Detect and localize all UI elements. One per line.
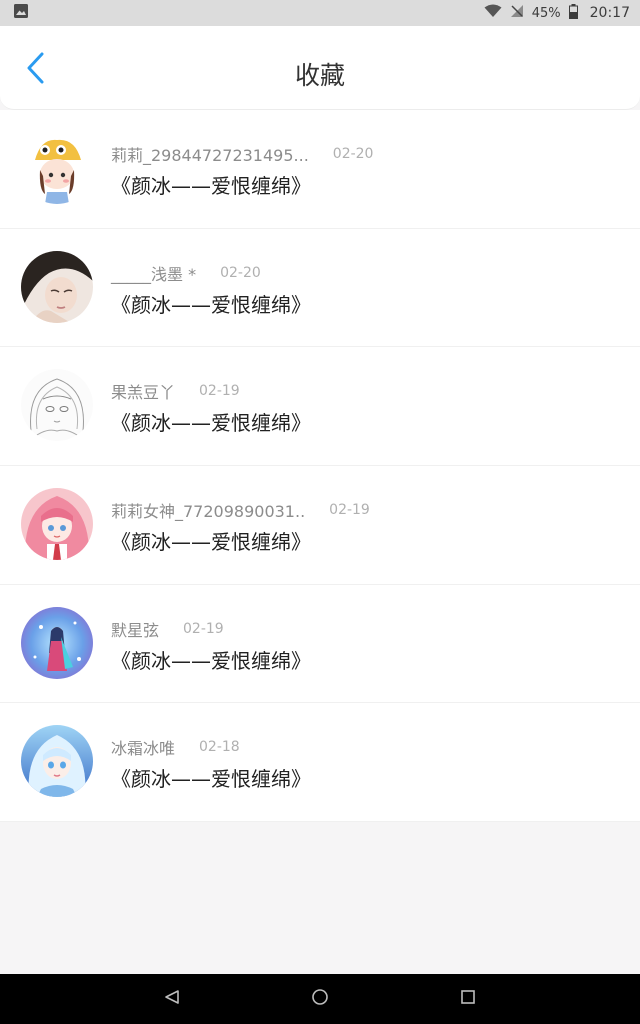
wifi-icon [484,4,502,22]
work-title[interactable]: 《颜冰——爱恨缠绵》 [111,526,311,555]
list-item[interactable]: 莉莉_29844727231495... 02-20 《颜冰——爱恨缠绵》 [0,110,640,229]
username[interactable]: 冰霜冰唯 [111,735,175,759]
item-meta: 莉莉_29844727231495... 02-20 [111,142,373,166]
username[interactable]: 莉莉女神_77209890031.. [111,498,305,522]
clock: 20:17 [589,5,630,21]
list-item[interactable]: 果羔豆丫 02-19 《颜冰——爱恨缠绵》 [0,347,640,467]
work-title[interactable]: 《颜冰——爱恨缠绵》 [111,289,311,318]
work-title[interactable]: 《颜冰——爱恨缠绵》 [111,763,311,792]
avatar[interactable] [21,250,93,323]
username[interactable]: 莉莉_29844727231495... [111,142,309,166]
battery-percent: 45% [531,5,561,21]
list-item[interactable]: 默星弦 02-19 《颜冰——爱恨缠绵》 [0,585,640,704]
triangle-back-icon [164,989,180,1009]
list-item[interactable]: 莉莉女神_77209890031.. 02-19 《颜冰——爱恨缠绵》 [0,466,640,585]
nav-home-button[interactable] [308,987,332,1011]
username[interactable]: 果羔豆丫 [111,379,175,403]
date: 02-19 [183,620,224,637]
item-meta: 果羔豆丫 02-19 [111,379,240,403]
system-nav-bar [0,974,640,1024]
date: 02-18 [199,739,240,756]
favorites-list: 莉莉_29844727231495... 02-20 《颜冰——爱恨缠绵》 __… [0,110,640,823]
app-header: 收藏 [0,26,640,110]
work-title[interactable]: 《颜冰——爱恨缠绵》 [111,407,311,436]
date: 02-19 [329,502,370,519]
item-meta: 默星弦 02-19 [111,617,224,641]
date: 02-20 [220,264,261,281]
date: 02-20 [332,146,374,162]
item-meta: _____浅墨 * 02-20 [111,261,261,285]
username[interactable]: 默星弦 [111,617,159,641]
gallery-notification-icon [14,4,28,22]
nav-recent-button[interactable] [456,987,480,1011]
avatar[interactable] [21,606,93,679]
no-signal-icon [510,4,524,22]
battery-icon [568,3,578,23]
nav-back-button[interactable] [160,987,184,1011]
item-meta: 莉莉女神_77209890031.. 02-19 [111,498,370,522]
avatar[interactable] [21,132,93,204]
list-item[interactable]: _____浅墨 * 02-20 《颜冰——爱恨缠绵》 [0,229,640,348]
avatar[interactable] [21,725,93,798]
avatar[interactable] [21,488,93,561]
item-meta: 冰霜冰唯 02-18 [111,735,240,759]
page-title: 收藏 [294,61,345,90]
date: 02-19 [199,383,240,400]
circle-home-icon [311,988,329,1010]
status-bar: 45% 20:17 [0,0,640,26]
work-title[interactable]: 《颜冰——爱恨缠绵》 [111,645,311,674]
work-title[interactable]: 《颜冰——爱恨缠绵》 [111,170,311,199]
avatar[interactable] [21,369,93,442]
username[interactable]: _____浅墨 * [111,261,196,285]
square-recent-icon [460,989,476,1009]
list-item[interactable]: 冰霜冰唯 02-18 《颜冰——爱恨缠绵》 [0,703,640,823]
